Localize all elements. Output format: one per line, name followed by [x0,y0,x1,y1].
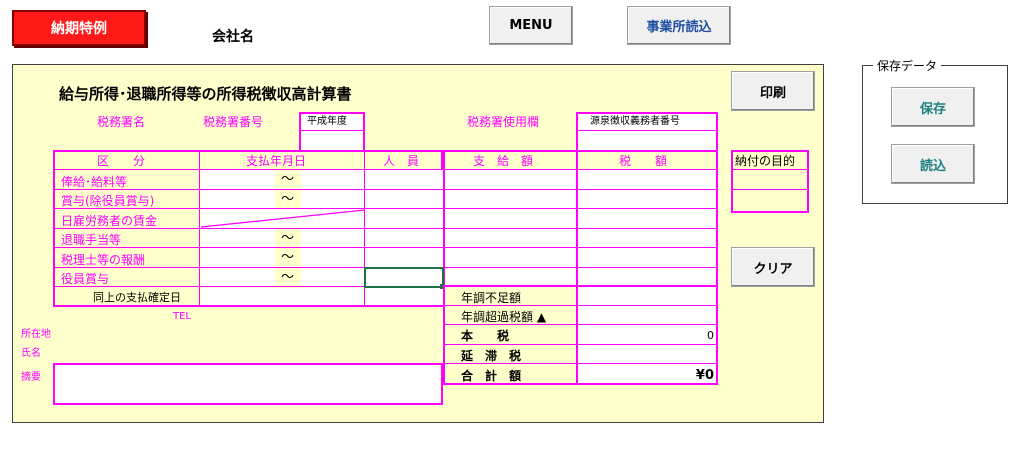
col-header-persons: 人 員 [383,154,420,168]
print-button[interactable]: 印刷 [731,71,815,111]
summary-label-main-tax: 本 税 [461,329,510,343]
withholding-tax-form: 給与所得･退職所得等の所得税徴収高計算書 印刷 クリア 税務署名 税務署番号 平… [12,64,824,423]
total-amount-value: ¥0 [695,368,714,383]
withholder-number-box: 源泉徴収義務者番号 [576,112,718,150]
diagonal-strike [201,209,365,228]
save-data-panel: 保存データ 保存 読込 [862,57,1008,204]
tax-office-name-label: 税務署名 [97,115,146,129]
row-label-retirement: 退職手当等 [61,233,122,247]
row-label-day-labor: 日雇労務者の賃金 [61,214,158,228]
form-title: 給与所得･退職所得等の所得税徴収高計算書 [59,85,352,103]
tax-office-use-label: 税務署使用欄 [467,115,540,129]
withholder-number-label: 源泉徴収義務者番号 [590,116,680,127]
office-read-button[interactable]: 事業所読込 [627,6,731,45]
payment-purpose-label: 納付の目的 [735,154,796,168]
clear-button[interactable]: クリア [731,247,815,287]
era-year-box: 平成年度 [299,112,365,150]
date-range-tilde[interactable]: ～ [281,193,294,207]
summary-label-total: 合 計 額 [461,369,522,383]
save-data-title: 保存データ [873,57,942,74]
row-label-bonus: 賞与(除役員賞与) [61,194,155,208]
address-label: 所在地 [21,329,51,340]
row-label-officer-bonus: 役員賞与 [61,272,110,286]
nouki-tokurei-button[interactable]: 納期特例 [12,10,146,46]
era-year-label: 平成年度 [307,116,347,127]
name-label: 氏名 [21,348,41,359]
col-header-tax: 税 額 [619,154,668,168]
company-name-label: 会社名 [212,29,254,45]
tax-office-number-label: 税務署番号 [203,115,264,129]
menu-button[interactable]: MENU [489,6,573,45]
date-range-tilde[interactable]: ～ [281,232,294,246]
col-header-category: 区 分 [97,154,146,168]
row-label-salary: 俸給･給料等 [61,175,128,189]
date-range-tilde[interactable]: ～ [281,251,294,265]
selected-cell[interactable] [364,267,444,288]
summary-label-delinquency: 延 滞 税 [461,349,522,363]
memo-label: 摘要 [21,372,41,383]
summary-label-excess: 年調超過税額 ▲ [461,310,547,324]
memo-field[interactable] [53,363,443,405]
main-tax-value: 0 [707,329,714,342]
col-header-pay-date: 支払年月日 [246,154,307,168]
col-header-amount: 支 給 額 [473,154,534,168]
date-range-tilde[interactable]: ～ [281,271,294,285]
date-range-tilde[interactable]: ～ [281,173,294,187]
row-label-tax-accountant: 税理士等の報酬 [61,253,146,267]
save-button[interactable]: 保存 [891,87,975,127]
confirmed-date-label: 同上の支払確定日 [93,291,181,304]
tel-label: TEL [173,311,191,322]
summary-label-shortfall: 年調不足額 [461,291,522,305]
load-button[interactable]: 読込 [891,144,975,184]
